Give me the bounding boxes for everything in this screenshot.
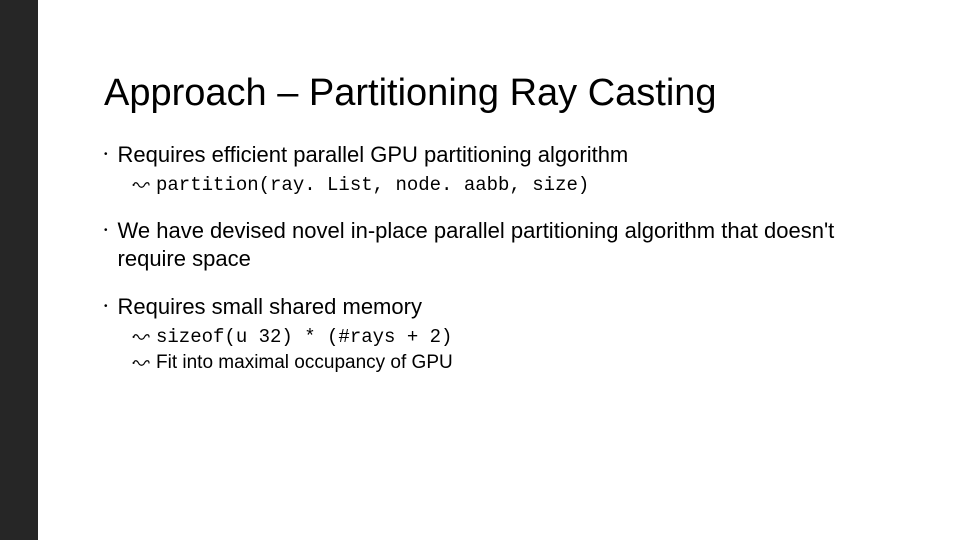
list-item: • Requires efficient parallel GPU partit…	[104, 141, 900, 197]
slide-title: Approach – Partitioning Ray Casting	[104, 72, 900, 115]
sub-list-item: sizeof(u 32) * (#rays + 2)	[132, 325, 900, 349]
sub-bullet-text: sizeof(u 32) * (#rays + 2)	[156, 325, 452, 349]
left-accent-bar	[0, 0, 38, 540]
sub-list: sizeof(u 32) * (#rays + 2) Fit into maxi…	[132, 325, 900, 375]
sub-list-item: Fit into maximal occupancy of GPU	[132, 351, 900, 375]
bullet-text: Requires small shared memory	[118, 293, 422, 321]
bullet-list: • Requires efficient parallel GPU partit…	[104, 141, 900, 375]
sub-bullet-text: Fit into maximal occupancy of GPU	[156, 351, 453, 375]
flourish-icon	[132, 325, 150, 349]
bullet-dot-icon: •	[104, 141, 108, 169]
list-item: • We have devised novel in-place paralle…	[104, 217, 900, 273]
slide: Approach – Partitioning Ray Casting • Re…	[0, 0, 960, 540]
bullet-row: • Requires small shared memory	[104, 293, 900, 321]
list-item: • Requires small shared memory sizeof(u …	[104, 293, 900, 375]
slide-content: Approach – Partitioning Ray Casting • Re…	[104, 72, 900, 395]
sub-list: partition(ray. List, node. aabb, size)	[132, 173, 900, 197]
flourish-icon	[132, 173, 150, 197]
flourish-icon	[132, 351, 150, 375]
bullet-row: • Requires efficient parallel GPU partit…	[104, 141, 900, 169]
sub-bullet-text: partition(ray. List, node. aabb, size)	[156, 173, 589, 197]
bullet-text: We have devised novel in-place parallel …	[118, 217, 900, 273]
bullet-dot-icon: •	[104, 293, 108, 321]
sub-list-item: partition(ray. List, node. aabb, size)	[132, 173, 900, 197]
bullet-row: • We have devised novel in-place paralle…	[104, 217, 900, 273]
bullet-text: Requires efficient parallel GPU partitio…	[118, 141, 629, 169]
bullet-dot-icon: •	[104, 217, 108, 245]
